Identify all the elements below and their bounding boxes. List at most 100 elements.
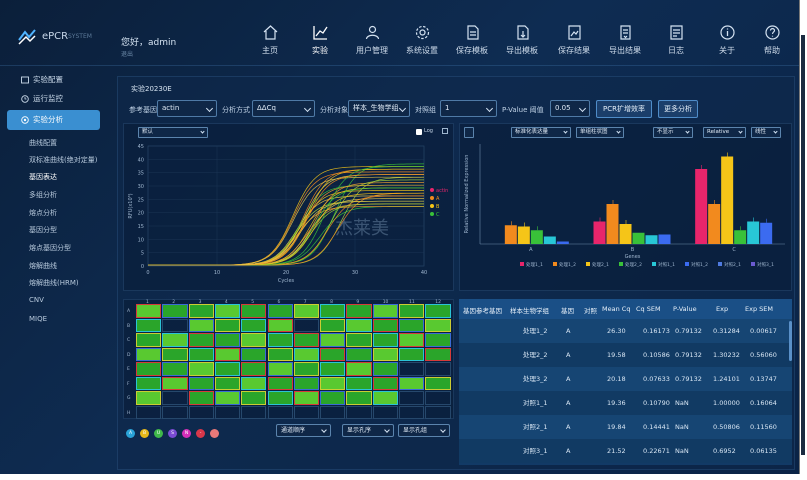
- sidebar-item-run-monitor[interactable]: 运行监控: [7, 89, 100, 109]
- col-header[interactable]: Mean Cq: [602, 305, 630, 313]
- col-header[interactable]: 基因参考基因: [463, 305, 502, 315]
- channel-dot[interactable]: A: [126, 429, 135, 438]
- plate-well[interactable]: [214, 362, 241, 376]
- plate-well[interactable]: [372, 362, 398, 376]
- table-row[interactable]: 对照1_1 A 19.36 0.10790 NaN 1.00000 0.16064: [459, 391, 792, 415]
- plate-well[interactable]: [162, 304, 188, 318]
- plate-well[interactable]: [188, 405, 214, 419]
- sidebar-sub-melt-curve[interactable]: 熔解曲线: [29, 261, 57, 271]
- plate-well[interactable]: [214, 333, 241, 347]
- channel-dot[interactable]: [210, 429, 219, 438]
- plate-well[interactable]: [320, 333, 346, 347]
- plate-well[interactable]: [399, 347, 425, 361]
- table-row[interactable]: 处理1_2 A 26.30 0.16173 0.79132 0.31284 0.00617: [459, 319, 792, 343]
- plate-well[interactable]: [399, 405, 425, 419]
- plate-well[interactable]: [399, 318, 425, 332]
- plate-well[interactable]: [188, 304, 214, 318]
- plate-well[interactable]: [372, 347, 398, 361]
- channel-dot[interactable]: U: [154, 429, 163, 438]
- plate-well[interactable]: [346, 304, 372, 318]
- plate-well[interactable]: [293, 333, 320, 347]
- plate-well[interactable]: [320, 347, 346, 361]
- plate-well[interactable]: [162, 318, 188, 332]
- plate-well[interactable]: [293, 304, 320, 318]
- plate-well[interactable]: [372, 304, 398, 318]
- plate-well[interactable]: [320, 362, 346, 376]
- plate-well[interactable]: [267, 347, 293, 361]
- plate-well[interactable]: [241, 376, 267, 390]
- plate-well[interactable]: [162, 391, 188, 405]
- log-checkbox[interactable]: [416, 129, 422, 135]
- plate-well[interactable]: [399, 391, 425, 405]
- plate-well[interactable]: [346, 318, 372, 332]
- plate-well[interactable]: [267, 391, 293, 405]
- channel-dot[interactable]: -: [196, 429, 205, 438]
- plate-well[interactable]: [425, 405, 451, 419]
- plate-well[interactable]: [425, 304, 451, 318]
- amp-view-select[interactable]: 默认: [138, 127, 208, 138]
- plate-well[interactable]: [267, 333, 293, 347]
- pcr-efficiency-button[interactable]: PCR扩增效率: [596, 100, 652, 118]
- sidebar-sub-melt-genotyping[interactable]: 熔点基因分型: [29, 243, 71, 253]
- plate-well[interactable]: [214, 376, 241, 390]
- plate-well[interactable]: [188, 333, 214, 347]
- plate-well[interactable]: [346, 362, 372, 376]
- col-header[interactable]: 基因: [561, 305, 574, 315]
- sidebar-sub-gene-expression[interactable]: 基因表达: [29, 172, 57, 182]
- plate-well[interactable]: [293, 376, 320, 390]
- nav-experiment[interactable]: 实验: [296, 24, 344, 56]
- plate-well[interactable]: [136, 318, 162, 332]
- plate-well[interactable]: [372, 333, 398, 347]
- plate-well[interactable]: [267, 405, 293, 419]
- plate-well[interactable]: [188, 376, 214, 390]
- plate-well[interactable]: [425, 333, 451, 347]
- plate-well[interactable]: [136, 362, 162, 376]
- sidebar-sub-double-standard[interactable]: 双标准曲线(绝对定量): [29, 155, 97, 165]
- plate-well[interactable]: [162, 405, 188, 419]
- plate-well[interactable]: [293, 391, 320, 405]
- sidebar-sub-miqe[interactable]: MIQE: [29, 315, 47, 323]
- plate-well[interactable]: [320, 318, 346, 332]
- col-header[interactable]: Exp: [716, 305, 728, 313]
- channel-dot[interactable]: N: [182, 429, 191, 438]
- channel-order-select[interactable]: 通道顺序: [276, 424, 331, 437]
- nav-log[interactable]: 日志: [652, 24, 700, 56]
- nav-home[interactable]: 主页: [246, 24, 294, 56]
- plate-well[interactable]: [241, 304, 267, 318]
- nav-about[interactable]: 关于: [703, 24, 751, 56]
- plate-well[interactable]: [399, 362, 425, 376]
- plate-well[interactable]: [188, 391, 214, 405]
- method-select[interactable]: ΔΔCq: [252, 100, 315, 117]
- well-group-select[interactable]: 显示孔组: [398, 424, 450, 437]
- nav-save-result[interactable]: 保存结果: [550, 24, 598, 56]
- pvalue-input[interactable]: 0.05: [550, 100, 590, 117]
- plate-well[interactable]: [293, 318, 320, 332]
- plate-well[interactable]: [293, 347, 320, 361]
- plate-well[interactable]: [214, 318, 241, 332]
- plate-well[interactable]: [267, 376, 293, 390]
- plate-well[interactable]: [241, 318, 267, 332]
- nav-help[interactable]: 帮助: [748, 24, 796, 56]
- plate-well[interactable]: [136, 376, 162, 390]
- sidebar-sub-genotyping[interactable]: 基因分型: [29, 225, 57, 235]
- plate-well[interactable]: [214, 347, 241, 361]
- plate-well[interactable]: [162, 362, 188, 376]
- nav-settings[interactable]: 系统设置: [398, 24, 446, 56]
- bar-type-select[interactable]: 单组柱状图: [576, 127, 624, 138]
- bar-option-select-1[interactable]: [464, 127, 474, 138]
- plate-well[interactable]: [425, 362, 451, 376]
- plate-well[interactable]: [346, 391, 372, 405]
- plate-well[interactable]: [372, 376, 398, 390]
- plate-well[interactable]: [425, 376, 451, 390]
- plate-well[interactable]: [320, 391, 346, 405]
- plate-well[interactable]: [346, 333, 372, 347]
- plate-well[interactable]: [267, 304, 293, 318]
- sidebar-sub-melting-point[interactable]: 熔点分析: [29, 208, 57, 218]
- plate-well[interactable]: [214, 391, 241, 405]
- plate-well[interactable]: [372, 318, 398, 332]
- plate-well[interactable]: [162, 333, 188, 347]
- col-header[interactable]: Exp SEM: [745, 305, 773, 313]
- plate-well[interactable]: [214, 304, 241, 318]
- table-row[interactable]: 对照2_1 A 19.84 0.14441 NaN 0.50806 0.11560: [459, 415, 792, 439]
- plate-well[interactable]: [267, 362, 293, 376]
